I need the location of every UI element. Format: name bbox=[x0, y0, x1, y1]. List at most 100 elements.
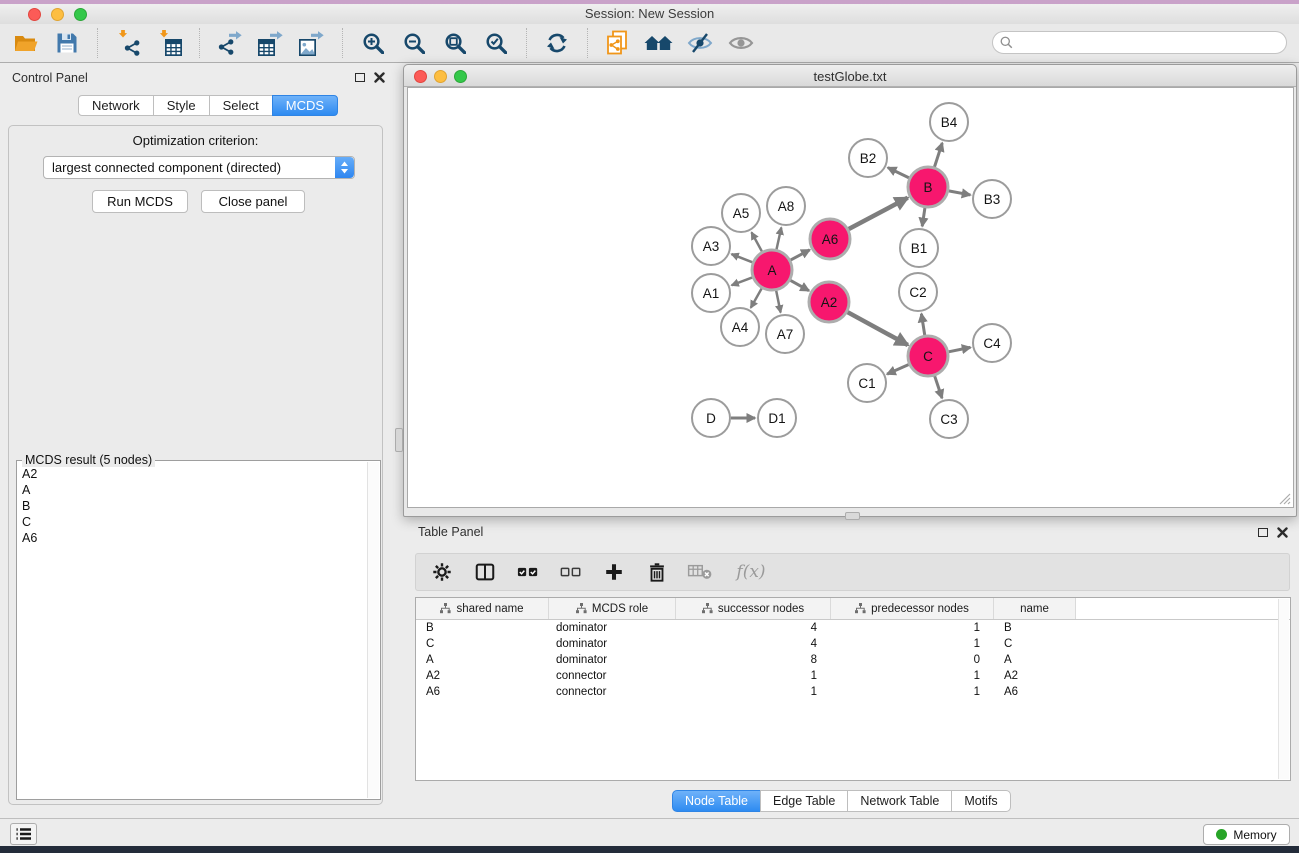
node-A1[interactable]: A1 bbox=[692, 274, 730, 312]
result-item-a6[interactable]: A6 bbox=[19, 530, 366, 546]
edge-A-A8[interactable] bbox=[776, 227, 781, 249]
edge-A-A6[interactable] bbox=[791, 250, 810, 260]
node-A4[interactable]: A4 bbox=[721, 308, 759, 346]
edge-A-A3[interactable] bbox=[731, 254, 752, 262]
node-A7[interactable]: A7 bbox=[766, 315, 804, 353]
node-B3[interactable]: B3 bbox=[973, 180, 1011, 218]
tab-node-table[interactable]: Node Table bbox=[672, 790, 761, 812]
search-input[interactable] bbox=[1013, 35, 1286, 51]
delete-column-button[interactable] bbox=[643, 558, 671, 586]
memory-button[interactable]: Memory bbox=[1203, 824, 1290, 845]
result-scrollbar[interactable] bbox=[367, 462, 379, 798]
zoom-in-button[interactable] bbox=[357, 27, 389, 59]
table-row[interactable]: A2connector11A2 bbox=[416, 668, 1278, 684]
node-A8[interactable]: A8 bbox=[767, 187, 805, 225]
node-C3[interactable]: C3 bbox=[930, 400, 968, 438]
edge-A-A2[interactable] bbox=[790, 280, 809, 290]
close-panel-button[interactable]: Close panel bbox=[201, 190, 305, 213]
tab-network[interactable]: Network bbox=[78, 95, 154, 116]
deselect-all-button[interactable] bbox=[557, 558, 585, 586]
result-item-c[interactable]: C bbox=[19, 514, 366, 530]
edge-B-B3[interactable] bbox=[949, 191, 971, 195]
close-panel-icon[interactable] bbox=[374, 72, 385, 83]
edge-B-B1[interactable] bbox=[922, 208, 925, 226]
vertical-splitter-handle[interactable] bbox=[395, 428, 403, 452]
result-item-b[interactable]: B bbox=[19, 498, 366, 514]
node-D1[interactable]: D1 bbox=[758, 399, 796, 437]
node-C1[interactable]: C1 bbox=[848, 364, 886, 402]
node-B4[interactable]: B4 bbox=[930, 103, 968, 141]
tab-motifs[interactable]: Motifs bbox=[951, 790, 1010, 812]
table-row[interactable]: A6connector11A6 bbox=[416, 684, 1278, 700]
save-session-button[interactable] bbox=[51, 27, 83, 59]
task-history-button[interactable] bbox=[10, 823, 37, 845]
edge-C-C1[interactable] bbox=[887, 364, 909, 374]
refresh-network-button[interactable] bbox=[541, 27, 573, 59]
node-A6[interactable]: A6 bbox=[810, 219, 850, 259]
delete-table-button[interactable] bbox=[686, 558, 714, 586]
function-builder-button[interactable]: f(x) bbox=[729, 558, 773, 586]
horizontal-splitter-handle[interactable] bbox=[845, 512, 860, 520]
import-table-button[interactable] bbox=[153, 27, 185, 59]
close-panel-icon[interactable] bbox=[1277, 527, 1288, 538]
run-mcds-button[interactable]: Run MCDS bbox=[92, 190, 188, 213]
node-C2[interactable]: C2 bbox=[899, 273, 937, 311]
float-panel-icon[interactable] bbox=[1258, 528, 1268, 537]
hide-selected-button[interactable] bbox=[684, 27, 716, 59]
zoom-fit-button[interactable] bbox=[439, 27, 471, 59]
export-image-button[interactable] bbox=[296, 27, 328, 59]
import-network-button[interactable] bbox=[112, 27, 144, 59]
edge-B-B4[interactable] bbox=[934, 143, 942, 167]
node-B2[interactable]: B2 bbox=[849, 139, 887, 177]
column-header-mcds-role[interactable]: MCDS role bbox=[549, 598, 676, 619]
column-header-name[interactable]: name bbox=[994, 598, 1076, 619]
table-row[interactable]: Adominator80A bbox=[416, 652, 1278, 668]
split-panel-button[interactable] bbox=[471, 558, 499, 586]
node-D[interactable]: D bbox=[692, 399, 730, 437]
result-item-a2[interactable]: A2 bbox=[19, 466, 366, 482]
column-header-successor-nodes[interactable]: successor nodes bbox=[676, 598, 831, 619]
node-A[interactable]: A bbox=[752, 250, 792, 290]
export-network-button[interactable] bbox=[214, 27, 246, 59]
zoom-selected-button[interactable] bbox=[480, 27, 512, 59]
open-session-button[interactable] bbox=[10, 27, 42, 59]
node-A3[interactable]: A3 bbox=[692, 227, 730, 265]
column-header-shared-name[interactable]: shared name bbox=[416, 598, 549, 619]
new-network-from-selection-button[interactable] bbox=[602, 27, 634, 59]
table-row[interactable]: Bdominator41B bbox=[416, 620, 1278, 636]
tab-mcds[interactable]: MCDS bbox=[272, 95, 338, 116]
table-row[interactable]: Cdominator41C bbox=[416, 636, 1278, 652]
node-A5[interactable]: A5 bbox=[722, 194, 760, 232]
edge-A-A7[interactable] bbox=[776, 291, 780, 313]
edge-A-A1[interactable] bbox=[732, 277, 753, 285]
show-all-button[interactable] bbox=[725, 27, 757, 59]
float-panel-icon[interactable] bbox=[355, 73, 365, 82]
edge-C-C3[interactable] bbox=[935, 376, 942, 398]
table-scrollbar[interactable] bbox=[1278, 599, 1289, 779]
zoom-out-button[interactable] bbox=[398, 27, 430, 59]
result-item-a[interactable]: A bbox=[19, 482, 366, 498]
criterion-dropdown[interactable]: largest connected component (directed) bbox=[43, 156, 355, 179]
add-column-button[interactable] bbox=[600, 558, 628, 586]
node-B1[interactable]: B1 bbox=[900, 229, 938, 267]
edge-A2-C[interactable] bbox=[847, 312, 907, 345]
tab-edge-table[interactable]: Edge Table bbox=[760, 790, 848, 812]
resize-grip-icon[interactable] bbox=[1278, 492, 1291, 505]
node-A2[interactable]: A2 bbox=[809, 282, 849, 322]
edge-B-B2[interactable] bbox=[888, 168, 909, 178]
search-field[interactable] bbox=[992, 31, 1287, 54]
tab-select[interactable]: Select bbox=[209, 95, 273, 116]
edge-C-C4[interactable] bbox=[949, 347, 971, 351]
tab-network-table[interactable]: Network Table bbox=[847, 790, 952, 812]
edge-A-A5[interactable] bbox=[752, 232, 762, 251]
first-neighbors-button[interactable] bbox=[643, 27, 675, 59]
export-table-button[interactable] bbox=[255, 27, 287, 59]
edge-A6-B[interactable] bbox=[849, 198, 908, 229]
select-all-button[interactable] bbox=[514, 558, 542, 586]
network-canvas[interactable]: B4B2BB3A5A8A6B1A3AA1C2A2A4A7C4CC1C3DD1 bbox=[407, 87, 1294, 508]
node-C4[interactable]: C4 bbox=[973, 324, 1011, 362]
tab-style[interactable]: Style bbox=[153, 95, 210, 116]
table-options-button[interactable] bbox=[428, 558, 456, 586]
column-header-predecessor-nodes[interactable]: predecessor nodes bbox=[831, 598, 994, 619]
node-C[interactable]: C bbox=[908, 336, 948, 376]
